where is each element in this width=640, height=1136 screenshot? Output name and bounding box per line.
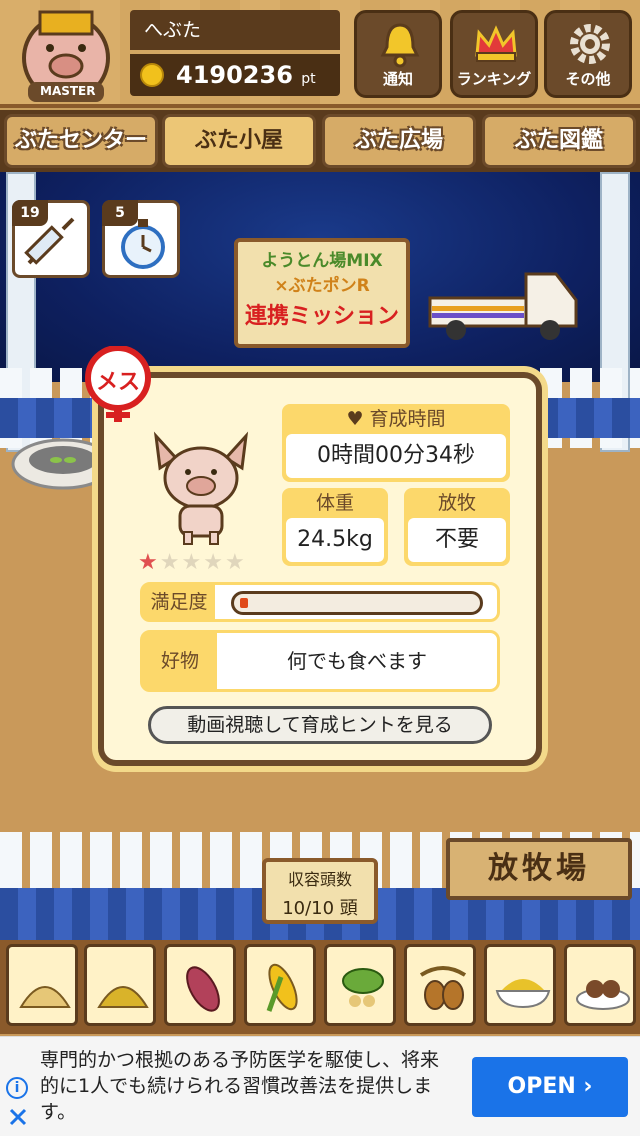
bell-icon	[380, 23, 420, 68]
rice-bowl-icon	[495, 979, 551, 1009]
main-tabs: ぶたセンター ぶた小屋 ぶた広場 ぶた図鑑	[0, 110, 640, 172]
info-icon[interactable]: i	[6, 1077, 28, 1099]
points-value: 4190236	[176, 61, 293, 89]
grazing-block: 放牧 不要	[404, 488, 510, 566]
satisfaction-label: 満足度	[143, 585, 215, 619]
coin-icon	[140, 63, 164, 87]
timer-count: 5	[102, 200, 138, 226]
meat-dish-icon	[576, 980, 630, 1010]
notification-button[interactable]: 通知	[354, 10, 442, 98]
favorite-label: 好物	[143, 633, 217, 689]
notification-label: 通知	[382, 70, 413, 88]
rearing-time-block: ♥ 育成時間 0時間00分34秒	[282, 404, 510, 482]
sweet-potato-icon	[186, 966, 220, 1012]
star-icon: ★	[224, 550, 247, 575]
ad-open-button[interactable]: OPEN ›	[472, 1057, 628, 1117]
gear-icon	[570, 24, 610, 64]
top-header: MASTER へぶた 4190236 pt 通知 ランキング その他	[0, 0, 640, 108]
weight-block: 体重 24.5kg	[282, 488, 388, 566]
heart-icon: ♥	[346, 408, 364, 430]
food-slot-corn[interactable]	[244, 944, 316, 1026]
acorn-icon	[419, 966, 467, 1010]
close-icon[interactable]	[8, 1107, 28, 1127]
satisfaction-bar	[231, 591, 483, 615]
username: へぶた	[130, 10, 340, 50]
points-unit: pt	[301, 71, 316, 87]
truck-icon[interactable]	[426, 264, 582, 350]
timer-item[interactable]: 5	[102, 200, 180, 278]
tab-pig-center[interactable]: ぶたセンター	[4, 114, 158, 168]
syringe-count: 19	[12, 200, 48, 226]
satisfaction-bar-fill	[240, 598, 248, 608]
ad-banner[interactable]: i 専門的かつ根拠のある予防医学を駆使し、将来的に1人でも続けられる習慣改善法を…	[0, 1036, 640, 1136]
mission-line2: ×ぶたポンR	[274, 276, 370, 296]
soybeans-icon	[19, 986, 71, 1008]
grain-icon	[97, 986, 149, 1008]
food-slot-sweet-potato[interactable]	[164, 944, 236, 1026]
pig-portrait[interactable]	[146, 428, 256, 546]
food-bar	[0, 940, 640, 1034]
capacity-label: 収容頭数	[287, 870, 352, 889]
ranking-button[interactable]: ランキング	[450, 10, 538, 98]
vegetable-icon	[342, 968, 384, 1007]
favorite-food-row: 好物 何でも食べます	[140, 630, 500, 692]
syringe-item[interactable]: 19	[12, 200, 90, 278]
grazing-value: 不要	[408, 518, 506, 562]
star-icon: ★	[159, 550, 182, 575]
master-badge-text: MASTER	[40, 84, 96, 98]
tab-pig-encyclopedia[interactable]: ぶた図鑑	[482, 114, 636, 168]
food-slot-vegetable[interactable]	[324, 944, 396, 1026]
mission-line3: 連携ミッション	[244, 304, 399, 329]
food-slot-grain[interactable]	[84, 944, 156, 1026]
star-icon: ★	[181, 550, 204, 575]
points-display: 4190236 pt	[130, 54, 340, 96]
mission-line1: ようとん場MIX	[261, 251, 383, 271]
grazing-label: 放牧	[437, 492, 476, 514]
capacity-sign: 収容頭数 10/10 頭	[262, 858, 378, 924]
collab-mission-sign[interactable]: ようとん場MIX ×ぶたポンR 連携ミッション	[234, 238, 410, 348]
weight-label: 体重	[315, 492, 354, 514]
food-slot-rice-bowl[interactable]	[484, 944, 556, 1026]
rearing-time-value: 0時間00分34秒	[286, 434, 506, 478]
gender-label: メス	[96, 370, 141, 395]
capacity-value: 10/10 頭	[282, 898, 358, 919]
crown-icon	[475, 25, 517, 62]
weight-value: 24.5kg	[286, 518, 384, 562]
food-slot-meat-dish[interactable]	[564, 944, 636, 1026]
food-slot-soybeans[interactable]	[6, 944, 78, 1026]
other-label: その他	[565, 70, 611, 88]
other-button[interactable]: その他	[544, 10, 632, 98]
tab-pig-plaza[interactable]: ぶた広場	[322, 114, 476, 168]
favorite-value: 何でも食べます	[287, 649, 427, 673]
watch-video-hint-button[interactable]: 動画視聴して育成ヒントを見る	[148, 706, 492, 744]
ranking-label: ランキング	[456, 70, 532, 88]
pasture-sign[interactable]: 放牧場	[446, 838, 632, 900]
food-slot-acorn[interactable]	[404, 944, 476, 1026]
user-info: へぶた 4190236 pt	[130, 10, 340, 98]
satisfaction-row: 満足度	[140, 582, 500, 622]
rearing-time-label: 育成時間	[369, 408, 446, 430]
tab-pig-house[interactable]: ぶた小屋	[162, 114, 316, 168]
ad-text: 専門的かつ根拠のある予防医学を駆使し、将来的に1人でも続けられる習慣改善法を提供…	[40, 1049, 440, 1123]
star-icon-filled: ★	[138, 550, 160, 575]
corn-icon	[266, 963, 298, 1012]
star-icon: ★	[203, 550, 225, 575]
pig-rarity-stars: ★★★★★	[138, 550, 247, 575]
